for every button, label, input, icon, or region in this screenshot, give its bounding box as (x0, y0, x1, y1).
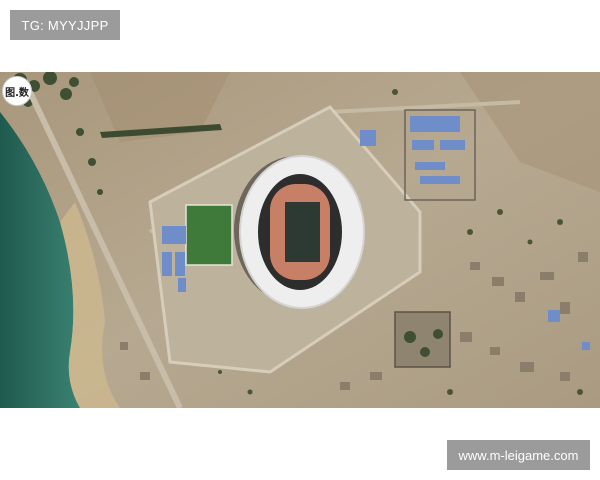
pitch (285, 202, 320, 262)
walled-compound (394, 311, 451, 368)
watermark-tag-top: TG: MYYJJPP (10, 10, 120, 40)
image-badge: 图.数 (2, 76, 32, 106)
training-field (185, 204, 233, 266)
aerial-stadium-photo (0, 72, 600, 408)
watermark-tag-bottom: www.m-leigame.com (447, 440, 590, 470)
